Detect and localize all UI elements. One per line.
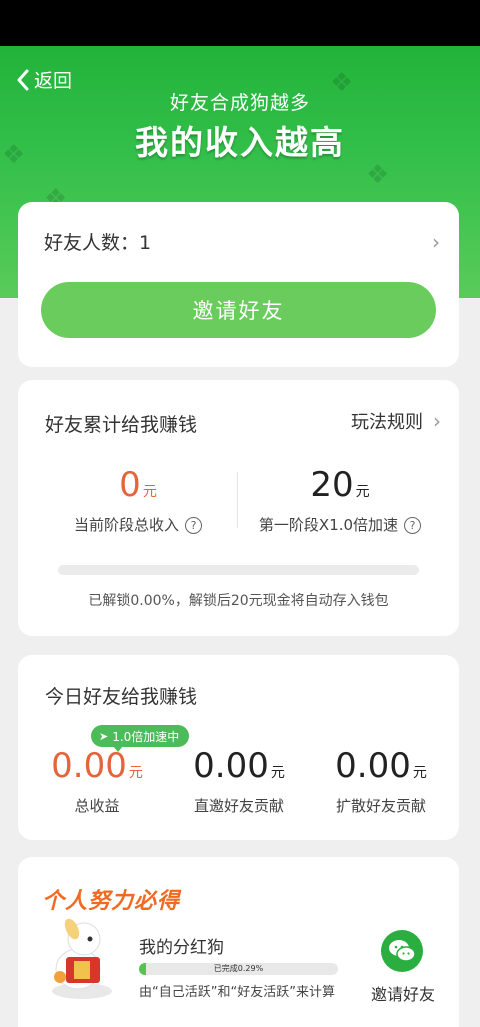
spread-value: 0.00 — [335, 746, 411, 786]
dog-progress-bar: 已完成0.29% — [139, 963, 338, 975]
stage-reward-value: 20 — [310, 465, 354, 505]
cumulative-title: 好友累计给我赚钱 — [45, 414, 198, 436]
spread-contribution: 0.00 元 扩散好友贡献 — [316, 749, 446, 816]
rules-link[interactable]: 玩法规则 › — [351, 408, 441, 434]
today-title: 今日好友给我赚钱 — [45, 686, 198, 708]
direct-invite-contribution: 0.00 元 直邀好友贡献 — [174, 749, 304, 816]
rules-link-label: 玩法规则 — [351, 412, 423, 433]
wechat-bubbles-icon — [389, 940, 416, 962]
help-icon[interactable]: ? — [404, 517, 422, 534]
help-icon[interactable]: ? — [185, 517, 202, 534]
today-total-label: 总收益 — [74, 797, 120, 815]
current-stage-income: 0元 当前阶段总收入? — [38, 468, 238, 535]
effort-title: 个人努力必得 — [42, 889, 181, 914]
boost-badge-label: 1.0倍加速中 — [112, 729, 180, 744]
stage-reward-label: 第一阶段X1.0倍加速 — [258, 516, 399, 534]
friends-card: 好友人数：1 › 邀请好友 — [18, 202, 459, 367]
current-income-unit: 元 — [142, 484, 157, 500]
dividend-dog-icon — [52, 918, 112, 999]
spread-unit: 元 — [412, 765, 427, 781]
friend-count-row[interactable]: 好友人数：1 › — [44, 228, 440, 255]
today-total-value: 0.00 — [51, 746, 127, 786]
today-total: 0.00 元 总收益 — [32, 749, 162, 816]
direct-value: 0.00 — [193, 746, 269, 786]
stage-reward: 20 元 第一阶段X1.0倍加速? — [240, 468, 440, 535]
current-income-value: 0 — [119, 465, 141, 505]
boost-badge: ➤ 1.0倍加速中 — [91, 725, 190, 752]
status-bar — [0, 0, 480, 46]
today-earnings-card: 今日好友给我赚钱 ➤ 1.0倍加速中 0.00 元 总收益 0.00 元 直邀好友贡… — [18, 655, 459, 840]
invite-friends-button[interactable]: 邀请好友 — [41, 282, 436, 338]
direct-unit: 元 — [270, 765, 285, 781]
chevron-right-icon: › — [432, 229, 440, 254]
stat-divider — [237, 472, 238, 528]
unlock-note: 已解锁0.00%，解锁后20元现金将自动存入钱包 — [88, 593, 389, 609]
hero-subtitle: 好友合成狗越多 — [169, 92, 310, 114]
paw-print-icon: ❖ — [366, 160, 390, 190]
wechat-invite-label[interactable]: 邀请好友 — [368, 981, 438, 1005]
today-total-unit: 元 — [128, 765, 143, 781]
dog-progress-text: 已完成0.29% — [213, 964, 264, 973]
stage-reward-unit: 元 — [355, 484, 370, 500]
chevron-right-icon: › — [433, 409, 441, 433]
current-income-label: 当前阶段总收入 — [73, 516, 179, 534]
spread-label: 扩散好友贡献 — [335, 797, 426, 815]
personal-effort-card: 个人努力必得 我的分红狗 已完成0.29% 由“自己活跃”和“好友活跃”来计算 … — [18, 857, 459, 1027]
page-title: 我的收入越高 — [135, 123, 345, 162]
dog-title: 我的分红狗 — [139, 938, 224, 958]
wechat-icon[interactable] — [381, 930, 423, 972]
unlock-progress-bar — [58, 565, 419, 575]
dog-note: 由“自己活跃”和“好友活跃”来计算 — [139, 985, 335, 1000]
rocket-icon: ➤ — [99, 729, 109, 743]
friend-count-label: 好友人数：1 — [44, 232, 152, 254]
direct-label: 直邀好友贡献 — [193, 797, 284, 815]
cumulative-earnings-card: 好友累计给我赚钱 玩法规则 › 0元 当前阶段总收入? 20 元 第一阶段X1.0… — [18, 380, 459, 636]
